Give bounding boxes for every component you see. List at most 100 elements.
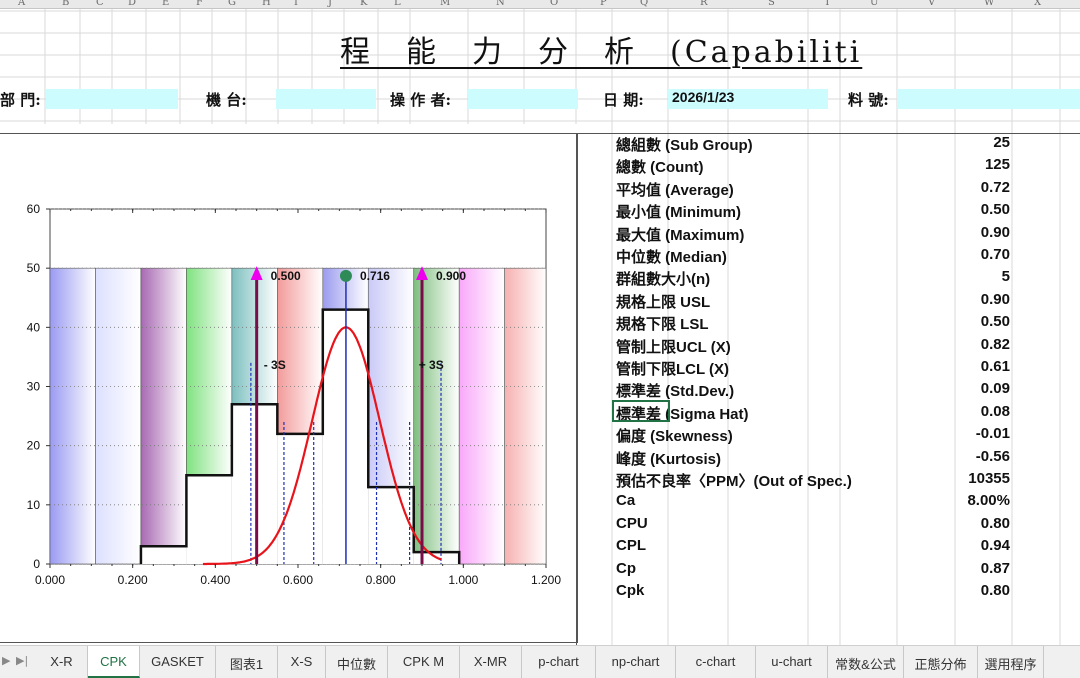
stat-value: 0.08	[980, 402, 1010, 420]
spec-band-bar	[140, 267, 187, 565]
sheet-tab[interactable]: u-chart	[756, 646, 828, 678]
sheet-tab[interactable]: 正態分佈	[904, 646, 978, 678]
x-tick-label: 0.600	[283, 573, 313, 587]
stat-value: 0.72	[980, 178, 1010, 196]
stat-label: 規格上限 USL	[616, 293, 711, 311]
column-header-r[interactable]: R	[700, 0, 708, 8]
stat-label: CPU	[616, 514, 648, 532]
column-header-l[interactable]: L	[394, 0, 401, 8]
stat-value: -0.01	[975, 425, 1010, 443]
column-header-o[interactable]: O	[550, 0, 558, 8]
column-header-m[interactable]: M	[440, 0, 450, 8]
column-header-q[interactable]: Q	[640, 0, 648, 8]
x-tick-label: 0.200	[118, 573, 148, 587]
stat-label: 最大值 (Maximum)	[616, 226, 745, 244]
sheet-tab[interactable]: CPK M	[388, 646, 460, 678]
column-header-b[interactable]: B	[62, 0, 69, 8]
y-tick-label: 50	[27, 261, 41, 275]
stat-value: 0.94	[980, 537, 1010, 555]
stat-value: 0.80	[980, 514, 1010, 532]
marker-label: 0.716	[360, 269, 390, 283]
page-title: 程 能 力 分 析 (Capabiliti	[340, 35, 863, 70]
histogram-bar	[140, 546, 187, 564]
stat-value: 0.61	[980, 358, 1010, 375]
stat-label: CPL	[616, 537, 646, 555]
column-header-bar[interactable]: A B C D E F G H I J K L M N O P Q R S T U V W X	[0, 0, 1080, 9]
sheet-tab[interactable]: p-chart	[522, 646, 596, 678]
marker-label: 0.900	[436, 269, 466, 283]
stat-value: -0.56	[975, 447, 1010, 465]
stat-value: 0.50	[980, 313, 1010, 331]
y-tick-label: 0	[33, 557, 40, 571]
stat-label: 偏度 (Skewness)	[616, 428, 733, 446]
column-header-f[interactable]: F	[196, 0, 203, 8]
sheet-tab[interactable]: np-chart	[596, 646, 676, 678]
column-header-d[interactable]: D	[128, 0, 136, 8]
worksheet-grid[interactable]: 程 能 力 分 析 (Capabiliti 部 門: 機 台: 操 作 者: 日…	[0, 9, 1080, 647]
scroll-left-icon[interactable]: ▶	[2, 654, 10, 667]
sheet-tab[interactable]: 中位數	[326, 646, 388, 678]
column-header-g[interactable]: G	[228, 0, 236, 8]
x-tick-label: 0.800	[366, 573, 396, 587]
column-header-x[interactable]: X	[1034, 0, 1041, 8]
stat-label: Cp	[616, 559, 636, 577]
stat-value: 0.80	[980, 582, 1010, 599]
spec-band-bar	[458, 267, 505, 565]
selected-cell[interactable]	[612, 400, 670, 422]
histogram-bar	[231, 404, 278, 564]
sheet-tab[interactable]: 選用程序	[978, 646, 1044, 678]
stat-label: 規格下限 LSL	[616, 316, 709, 334]
operator-label: 操 作 者:	[390, 91, 451, 109]
sheet-tab[interactable]: 图表1	[216, 646, 278, 678]
column-header-u[interactable]: U	[870, 0, 878, 8]
stat-label: Ca	[616, 492, 636, 510]
stat-value: 25	[993, 134, 1010, 151]
x-tick-label: 1.200	[531, 573, 561, 587]
y-tick-label: 60	[27, 202, 41, 216]
sheet-tab[interactable]: GASKET	[140, 646, 216, 678]
column-header-h[interactable]: H	[262, 0, 271, 8]
column-header-s[interactable]: S	[768, 0, 775, 8]
sheet-tab[interactable]: c-chart	[676, 646, 756, 678]
sheet-tab[interactable]: 常数&公式	[828, 646, 904, 678]
sigma-label: + 3S	[419, 358, 444, 372]
column-header-t[interactable]: T	[824, 0, 831, 8]
stat-value: 5	[1001, 268, 1010, 286]
stat-value: 0.82	[980, 335, 1010, 353]
column-header-c[interactable]: C	[96, 0, 104, 8]
column-header-a[interactable]: A	[18, 0, 25, 8]
sheet-tab-bar: ▶ ▶| X-R CPK GASKET 图表1 X-S 中位數 CPK M X-MR p-cha…	[0, 645, 1080, 678]
column-header-i[interactable]: I	[294, 0, 298, 8]
sheet-tab[interactable]: X-R	[36, 646, 88, 678]
machine-input[interactable]	[276, 89, 376, 109]
operator-input[interactable]	[468, 89, 578, 109]
y-tick-label: 40	[27, 320, 41, 334]
part-input[interactable]	[897, 89, 1080, 109]
column-header-p[interactable]: P	[600, 0, 607, 8]
x-tick-label: 1.000	[448, 573, 478, 587]
column-header-v[interactable]: V	[928, 0, 935, 8]
column-header-n[interactable]: N	[496, 0, 505, 8]
sheet-tab[interactable]: CPK	[88, 646, 140, 678]
dept-label: 部 門:	[0, 91, 41, 109]
column-header-w[interactable]: W	[984, 0, 994, 8]
column-header-j[interactable]: J	[328, 0, 332, 8]
column-header-k[interactable]: K	[360, 0, 367, 8]
sigma-label: - 3S	[264, 358, 286, 372]
stat-value: 10355	[968, 470, 1010, 487]
stat-label: 管制下限LCL (X)	[616, 361, 730, 378]
chart-object[interactable]: 0.500 0.716 0.900 - 3S + 3S 0.000 0.200 0.400 0.…	[0, 133, 578, 643]
sheet-tab[interactable]: X-S	[278, 646, 326, 678]
sheet-tab[interactable]: X-MR	[460, 646, 522, 678]
dept-input[interactable]	[46, 89, 178, 109]
stat-label: 中位數 (Median)	[616, 249, 727, 266]
scroll-last-icon[interactable]: ▶|	[16, 654, 28, 667]
spec-band-bar	[95, 267, 142, 565]
stat-value: 8.00%	[967, 492, 1010, 510]
column-header-e[interactable]: E	[162, 0, 169, 8]
date-value: 2026/1/23	[672, 89, 735, 105]
stat-label: 平均值 (Average)	[616, 181, 734, 199]
x-tick-label: 0.400	[200, 573, 230, 587]
mean-marker	[339, 269, 352, 282]
spec-band-bar	[504, 267, 547, 565]
